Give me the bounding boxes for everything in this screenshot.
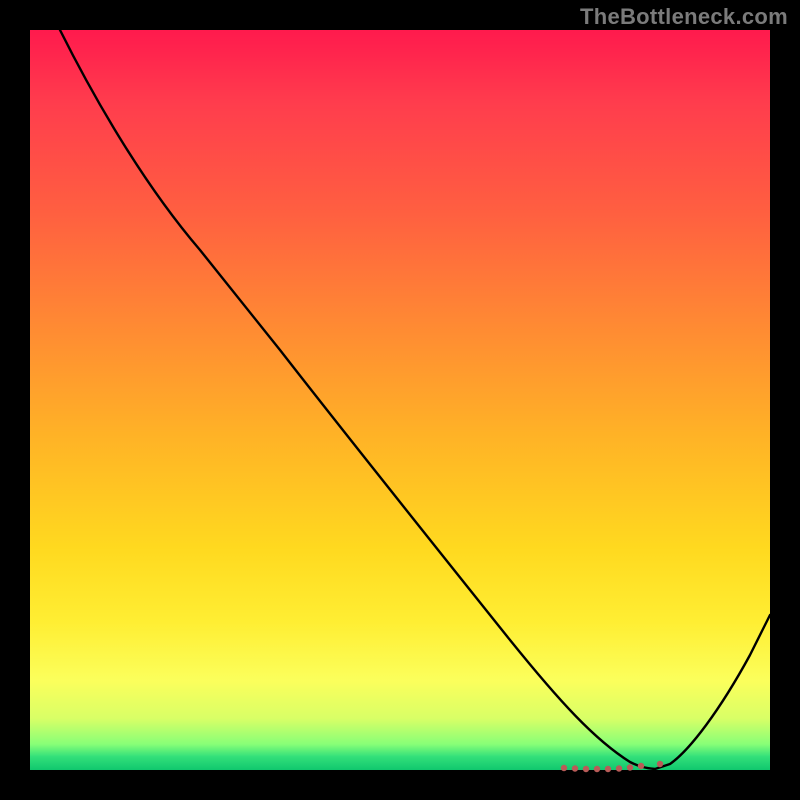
marker-dot: [561, 765, 567, 771]
marker-dot: [638, 763, 644, 769]
optimal-zone-dots: [561, 761, 663, 772]
plot-area: [30, 30, 770, 770]
marker-dot: [616, 765, 622, 771]
marker-dot: [583, 766, 589, 772]
marker-dot: [605, 766, 611, 772]
bottleneck-curve: [60, 30, 770, 769]
marker-dot: [627, 764, 633, 770]
marker-dot: [572, 765, 578, 771]
marker-dot: [594, 766, 600, 772]
watermark-text: TheBottleneck.com: [580, 4, 788, 30]
marker-dot: [657, 761, 663, 767]
curve-layer: [30, 30, 770, 770]
chart-stage: TheBottleneck.com: [0, 0, 800, 800]
